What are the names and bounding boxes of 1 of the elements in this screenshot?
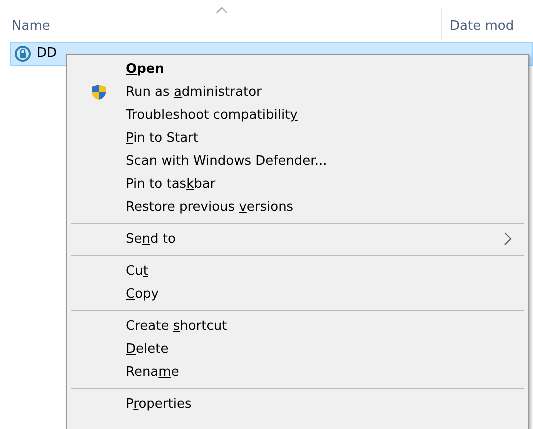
file-name: DD (37, 45, 58, 64)
